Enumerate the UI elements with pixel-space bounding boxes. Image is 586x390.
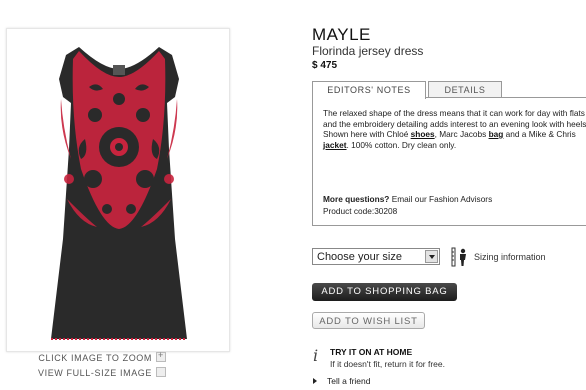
more-questions-label: More questions? (323, 194, 390, 204)
product-name: Florinda jersey dress (312, 44, 424, 58)
email-advisors-text: Email our Fashion Advisors (389, 194, 493, 204)
brand-name[interactable]: MAYLE (312, 25, 371, 45)
chevron-down-icon[interactable] (425, 250, 438, 263)
notes-text-part: and a Mike & Chris (503, 129, 576, 139)
size-select-value: Choose your size (317, 251, 402, 263)
size-select[interactable]: Choose your size (312, 248, 440, 265)
notes-text-part: . 100% cotton. Dry clean only. (346, 139, 457, 150)
click-to-zoom-label: CLICK IMAGE TO ZOOM (38, 353, 152, 363)
product-image[interactable] (6, 28, 230, 352)
zoom-plus-icon (156, 350, 166, 362)
editors-notes-text: The relaxed shape of the dress means tha… (323, 108, 586, 150)
full-size-icon (156, 367, 166, 377)
tab-editors-notes[interactable]: EDITORS' NOTES (312, 81, 426, 99)
product-price: $ 475 (312, 60, 338, 71)
add-to-wish-list-button[interactable]: ADD TO WISH LIST (312, 312, 425, 329)
product-code: Product code:30208 (323, 206, 398, 216)
view-full-size-label: VIEW FULL-SIZE IMAGE (37, 368, 152, 378)
more-questions[interactable]: More questions? Email our Fashion Adviso… (323, 194, 492, 204)
sizing-information-link[interactable]: Sizing information (474, 252, 546, 262)
sizing-figure-icon[interactable] (451, 247, 469, 267)
tell-a-friend-link[interactable]: Tell a friend (327, 376, 370, 386)
notes-text-part: , Marc Jacobs (434, 129, 489, 139)
bag-link[interactable]: bag (489, 129, 504, 139)
add-to-shopping-bag-button[interactable]: ADD TO SHOPPING BAG (312, 283, 457, 301)
try-it-on-title[interactable]: TRY IT ON AT HOME (330, 347, 412, 357)
play-arrow-icon (313, 378, 317, 384)
info-icon: i (313, 346, 319, 365)
tab-details[interactable]: DETAILS (428, 81, 502, 98)
jacket-link[interactable]: jacket (323, 140, 347, 150)
click-to-zoom-link[interactable]: CLICK IMAGE TO ZOOM (6, 350, 166, 363)
dress-image (51, 47, 187, 340)
shoes-link[interactable]: shoes (411, 129, 435, 139)
view-full-size-link[interactable]: VIEW FULL-SIZE IMAGE (6, 367, 166, 378)
try-it-on-subtitle: If it doesn't fit, return it for free. (330, 359, 446, 369)
